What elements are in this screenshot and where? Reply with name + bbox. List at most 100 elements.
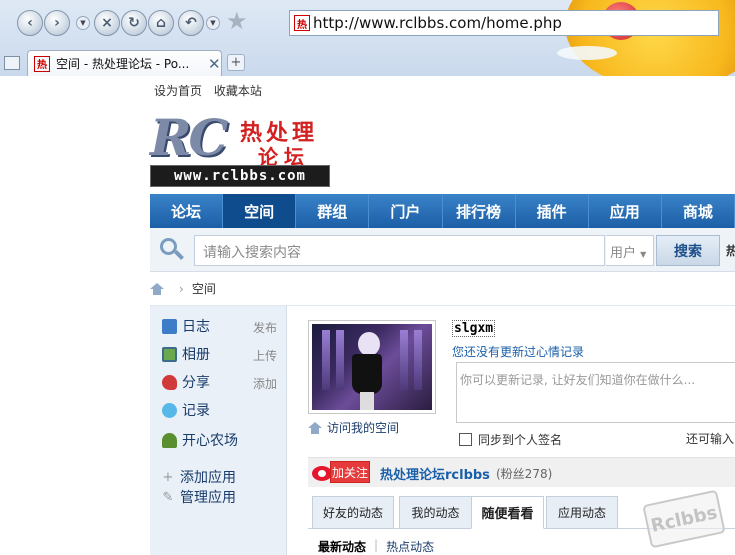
sync-signature-option[interactable]: 同步到个人签名 <box>459 431 562 448</box>
undo-icon[interactable]: ↶ <box>178 10 204 36</box>
tab-title: 空间 - 热处理论坛 - Po... <box>56 57 190 71</box>
nav-item-space[interactable]: 空间 <box>223 194 297 228</box>
history-dropdown-icon[interactable]: ▼ <box>76 16 90 30</box>
nav-item-forum[interactable]: 论坛 <box>150 194 224 228</box>
avatar-image <box>312 324 432 410</box>
share-icon <box>162 374 177 390</box>
avatar-decoration <box>360 392 374 410</box>
subtab-hot[interactable]: 热点动态 <box>386 538 434 555</box>
log-icon <box>162 318 177 334</box>
subtab-latest[interactable]: 最新动态 <box>318 538 366 555</box>
sidebar-item-log[interactable]: 日志 <box>162 316 210 336</box>
sync-signature-label: 同步到个人签名 <box>478 433 563 447</box>
mood-input[interactable]: 你可以更新记录, 让好友们知道你在做什么... <box>456 362 735 423</box>
sidebar-item-record[interactable]: 记录 <box>162 400 210 420</box>
sidebar-item-label: 记录 <box>182 403 210 419</box>
bookmark-star-icon[interactable]: ★ <box>226 9 248 33</box>
add-app-link[interactable]: + 添加应用 <box>162 467 236 487</box>
home-icon[interactable] <box>150 282 165 295</box>
album-icon <box>162 346 177 362</box>
follow-account-name[interactable]: 热处理论坛rclbbs <box>380 464 490 483</box>
add-app-label: 添加应用 <box>180 470 236 486</box>
tab-friends-feed[interactable]: 好友的动态 <box>312 496 394 529</box>
subtab-separator: | <box>374 538 379 552</box>
home-icon <box>308 421 323 434</box>
sync-signature-checkbox[interactable] <box>459 433 472 446</box>
follow-bar: 加关注 热处理论坛rclbbs (粉丝278) <box>308 457 735 487</box>
refresh-icon[interactable]: ↻ <box>121 10 147 36</box>
sidebar-item-label: 分享 <box>182 375 210 391</box>
logo-letters: RC <box>150 108 228 167</box>
publish-log-link[interactable]: 发布 <box>253 319 277 336</box>
home-icon[interactable]: ⌂ <box>148 10 174 36</box>
farm-icon <box>162 432 177 448</box>
tab-browse-feed[interactable]: 随便看看 <box>471 496 544 529</box>
theme-decoration-cloud <box>557 46 617 60</box>
sidebar-item-album[interactable]: 相册 <box>162 344 210 364</box>
new-tab-icon[interactable]: + <box>227 54 245 71</box>
hot-search-label: 热 <box>726 244 735 258</box>
forward-icon[interactable]: › <box>44 10 70 36</box>
sidebar-item-label: 日志 <box>182 319 210 335</box>
upload-photo-link[interactable]: 上传 <box>253 347 277 364</box>
manage-app-link[interactable]: ✎ 管理应用 <box>162 487 236 507</box>
avatar-decoration <box>400 330 408 390</box>
set-homepage-link[interactable]: 设为首页 <box>154 84 202 98</box>
site-favicon-icon: 热 <box>294 15 310 31</box>
top-links: 设为首页 收藏本站 <box>154 82 270 99</box>
sidebar-item-label: 相册 <box>182 347 210 363</box>
follow-button[interactable]: 加关注 <box>330 461 370 483</box>
nav-item-mall[interactable]: 商城 <box>662 194 735 228</box>
tab-favicon-icon: 热 <box>34 55 50 72</box>
sidebar: 日志 发布 相册 上传 分享 添加 记录 开心农场 + 添加应用 ✎ 管理应用 <box>150 306 287 555</box>
search-type-label: 用户 <box>610 246 637 261</box>
search-bar: 请输入搜索内容 用户 ▼ 搜索 热 <box>150 228 735 272</box>
tab-app-feed[interactable]: 应用动态 <box>546 496 618 529</box>
chevron-down-icon: ▼ <box>640 250 647 259</box>
plus-icon: + <box>162 469 174 485</box>
back-icon[interactable]: ‹ <box>17 10 43 36</box>
nav-item-plugins[interactable]: 插件 <box>516 194 589 228</box>
site-logo[interactable]: RC 热处理 论坛 www.rclbbs.com <box>150 113 330 187</box>
nav-item-groups[interactable]: 群组 <box>296 194 370 228</box>
tab-list-icon[interactable] <box>4 56 20 70</box>
username[interactable]: slgxm <box>452 320 496 337</box>
search-button[interactable]: 搜索 <box>656 235 720 266</box>
record-icon <box>162 402 177 418</box>
avatar-decoration <box>322 330 330 390</box>
add-share-link[interactable]: 添加 <box>253 375 277 392</box>
search-input[interactable]: 请输入搜索内容 <box>194 235 605 266</box>
search-type-select[interactable]: 用户 ▼ <box>606 235 654 266</box>
visit-my-space-link[interactable]: 访问我的空间 <box>308 419 399 436</box>
browser-chrome: ‹ › ▼ × ↻ ⌂ ↶ ▼ ★ 热 http://www.rclbbs.co… <box>0 0 735 76</box>
visit-space-label: 访问我的空间 <box>327 421 400 435</box>
browser-tab[interactable]: 热 空间 - 热处理论坛 - Po... ✕ <box>27 50 222 76</box>
feed-sub-tabs: 最新动态 | 热点动态 <box>318 538 442 555</box>
sidebar-item-share[interactable]: 分享 <box>162 372 210 392</box>
pencil-icon: ✎ <box>162 489 174 505</box>
nav-item-portal[interactable]: 门户 <box>369 194 443 228</box>
breadcrumb-separator: › <box>179 281 184 296</box>
follower-count: (粉丝278) <box>496 467 553 481</box>
remaining-chars-label: 还可输入 <box>686 432 735 446</box>
page: 设为首页 收藏本站 RC 热处理 论坛 www.rclbbs.com 论坛 空间… <box>0 76 735 555</box>
breadcrumb: › 空间 <box>150 280 216 297</box>
address-bar[interactable]: 热 http://www.rclbbs.com/home.php <box>289 10 719 36</box>
main-nav: 论坛 空间 群组 门户 排行榜 插件 应用 商城 <box>150 194 735 228</box>
avatar[interactable] <box>308 320 436 414</box>
undo-dropdown-icon[interactable]: ▼ <box>206 16 220 30</box>
search-icon <box>160 238 184 260</box>
url-text[interactable]: http://www.rclbbs.com/home.php <box>313 14 562 32</box>
breadcrumb-current[interactable]: 空间 <box>192 280 216 297</box>
stop-icon[interactable]: × <box>94 10 120 36</box>
nav-item-apps[interactable]: 应用 <box>589 194 662 228</box>
bookmark-site-link[interactable]: 收藏本站 <box>214 84 262 98</box>
close-tab-icon[interactable]: ✕ <box>208 55 221 73</box>
manage-app-label: 管理应用 <box>180 490 236 506</box>
mood-status-link[interactable]: 您还没有更新过心情记录 <box>452 343 584 360</box>
avatar-decoration <box>336 330 344 390</box>
sidebar-item-farm[interactable]: 开心农场 <box>162 430 238 450</box>
tab-my-feed[interactable]: 我的动态 <box>399 496 472 529</box>
sidebar-item-label: 开心农场 <box>182 433 238 449</box>
nav-item-ranking[interactable]: 排行榜 <box>443 194 516 228</box>
